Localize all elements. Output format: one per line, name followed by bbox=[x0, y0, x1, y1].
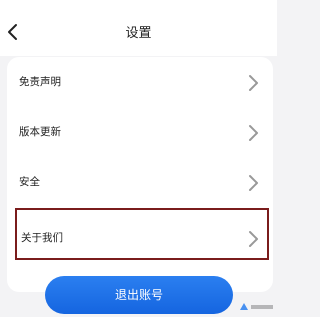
chevron-right-icon bbox=[249, 125, 258, 141]
watermark bbox=[239, 301, 273, 313]
settings-item-disclaimer[interactable]: 免责声明 bbox=[7, 58, 273, 108]
settings-item-about-us[interactable]: 关于我们 bbox=[7, 214, 273, 264]
settings-item-security[interactable]: 安全 bbox=[7, 158, 273, 208]
settings-item-version-update[interactable]: 版本更新 bbox=[7, 108, 273, 158]
settings-item-label: 关于我们 bbox=[21, 232, 63, 244]
settings-screen: 设置 免责声明 版本更新 安全 关于我们 退出账号 bbox=[0, 0, 277, 317]
watermark-text bbox=[251, 305, 273, 309]
page-title: 设置 bbox=[125, 26, 152, 41]
header-bar: 设置 bbox=[0, 0, 277, 56]
settings-item-label: 版本更新 bbox=[19, 126, 61, 138]
chevron-right-icon bbox=[249, 75, 258, 91]
watermark-logo-icon bbox=[240, 303, 248, 310]
chevron-right-icon bbox=[249, 175, 258, 191]
settings-item-label: 免责声明 bbox=[19, 76, 61, 88]
logout-button[interactable]: 退出账号 bbox=[45, 276, 233, 314]
settings-item-label: 安全 bbox=[19, 176, 40, 188]
chevron-right-icon bbox=[249, 231, 258, 247]
